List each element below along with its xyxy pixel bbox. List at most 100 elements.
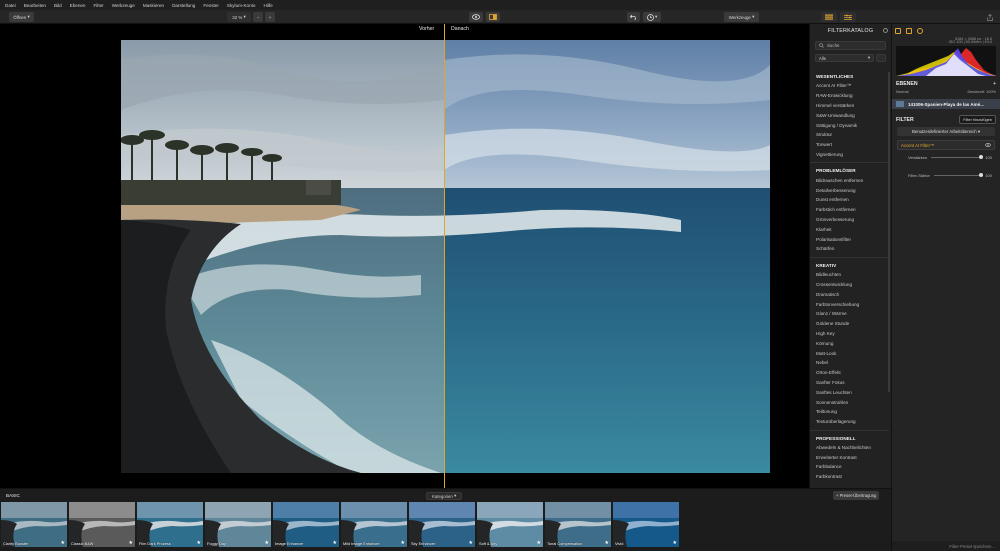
filter-item[interactable]: Dramatisch — [810, 289, 889, 299]
filter-item[interactable]: S&W-Umwandlung — [810, 110, 889, 120]
menu-item[interactable]: Darstellung — [172, 3, 195, 8]
filter-search-input[interactable]: Suche — [815, 41, 886, 50]
preset-thumbnail[interactable]: Classic B&W ★ — [69, 502, 135, 547]
before-after-divider[interactable] — [444, 24, 445, 488]
preset-thumbnail[interactable]: Foggy Day ★ — [205, 502, 271, 547]
filter-item[interactable]: Sättigung / Dynamik — [810, 120, 889, 130]
menu-item[interactable]: Ebenen — [70, 3, 86, 8]
filter-item[interactable]: Erweiterter Kontrast — [810, 452, 889, 462]
menu-item[interactable]: Fenster — [203, 3, 219, 8]
filter-item[interactable]: Polarisationsfilter — [810, 234, 889, 244]
filter-item[interactable]: Sonnenstrahlen — [810, 397, 889, 407]
filter-item[interactable]: Farbbalance — [810, 462, 889, 472]
zoom-select[interactable]: 32 % ▾ — [227, 12, 251, 22]
filter-item[interactable]: Tonwert — [810, 140, 889, 150]
favorite-star-icon[interactable]: ★ — [129, 540, 133, 546]
filter-item[interactable]: RAW-Entwicklung — [810, 91, 889, 101]
tools-dropdown[interactable]: Werkzeuge ▾ — [724, 12, 759, 22]
filter-item[interactable]: Grünverbesserung — [810, 215, 889, 225]
opacity-value[interactable]: Deckkraft: 100% — [967, 89, 996, 94]
favorite-star-icon[interactable]: ★ — [401, 540, 405, 546]
filter-item[interactable]: Farbkontrast — [810, 472, 889, 482]
menu-item[interactable]: Maskieren — [143, 3, 164, 8]
menu-item[interactable]: Filter — [93, 3, 103, 8]
favorite-star-icon[interactable]: ★ — [333, 540, 337, 546]
menu-item[interactable]: Skylum-Konto — [227, 3, 256, 8]
categories-button[interactable]: Kategorien ▾ — [426, 492, 463, 500]
favorite-star-icon[interactable]: ★ — [605, 540, 609, 546]
favorite-star-icon[interactable]: ★ — [61, 540, 65, 546]
boost-slider[interactable]: Verstärken 100 — [908, 153, 992, 161]
filter-strength-knob[interactable] — [979, 173, 984, 177]
filter-item[interactable]: Sanfter Fokus — [810, 378, 889, 388]
new-preset-button[interactable]: + Preset-Übertragung — [833, 491, 880, 500]
filter-item[interactable]: Glanz / Wärme — [810, 309, 889, 319]
preset-thumbnail[interactable]: Soft & Airy ★ — [477, 502, 543, 547]
filter-item[interactable]: Bildrauschen entfernen — [810, 175, 889, 185]
filter-item[interactable]: High Key — [810, 329, 889, 339]
favorite-star-icon[interactable]: ★ — [265, 540, 269, 546]
preview-eye-icon[interactable] — [469, 12, 483, 22]
layers-icon[interactable] — [906, 28, 912, 34]
preset-thumbnail[interactable]: Mild Image Enhancer ★ — [341, 502, 407, 547]
layers-panel-icon[interactable] — [821, 12, 837, 22]
preset-thumbnail[interactable]: Vivid ★ — [613, 502, 679, 547]
filter-item[interactable]: Nebel — [810, 358, 889, 368]
blend-mode-select[interactable]: Normal — [896, 89, 909, 94]
filter-section-title[interactable]: WESENTLICHES — [810, 72, 889, 81]
menu-item[interactable]: Datei — [5, 3, 16, 8]
filter-item[interactable]: Abwedeln & Nachbelichten — [810, 443, 889, 453]
filter-item[interactable]: Orton-Effekt — [810, 368, 889, 378]
settings-gear-icon[interactable] — [883, 28, 888, 33]
preset-thumbnail[interactable]: Image Enhancer ★ — [273, 502, 339, 547]
visibility-eye-icon[interactable] — [985, 143, 991, 147]
filter-item[interactable]: Farbstich entfernen — [810, 205, 889, 215]
favorites-icon[interactable] — [876, 54, 886, 62]
filter-item[interactable]: Himmel verstärken — [810, 101, 889, 111]
favorite-star-icon[interactable]: ★ — [469, 540, 473, 546]
filter-list-scrollbar[interactable] — [888, 72, 890, 392]
filter-item[interactable]: Sanftes Leuchten — [810, 387, 889, 397]
filter-item[interactable]: Bildleuchten — [810, 270, 889, 280]
filter-item[interactable]: Accent AI Filter™ — [810, 81, 889, 91]
preset-thumbnail[interactable]: Clarity Booster ★ — [1, 502, 67, 547]
menu-item[interactable]: Hilfe — [264, 3, 273, 8]
history-icon[interactable]: ▾ — [643, 12, 661, 22]
preset-thumbnail[interactable]: Film Dark Process ★ — [137, 502, 203, 547]
filter-item[interactable]: Klarheit — [810, 224, 889, 234]
open-button[interactable]: Öffnen ▾ — [9, 12, 34, 22]
filter-item[interactable]: Vignettierung — [810, 150, 889, 160]
menu-item[interactable]: Bearbeiten — [24, 3, 46, 8]
save-filter-preset-button[interactable]: Filter-Preset speichern... — [892, 541, 1000, 551]
favorite-star-icon[interactable]: ★ — [197, 540, 201, 546]
preset-thumbnail[interactable]: Sky Enhancer ★ — [409, 502, 475, 547]
undo-icon[interactable] — [627, 12, 640, 22]
favorite-star-icon[interactable]: ★ — [537, 540, 541, 546]
category-select[interactable]: Alle ▾ — [815, 54, 874, 62]
filter-strength-slider[interactable]: Filter-Stärke 100 — [908, 171, 992, 179]
filter-item[interactable]: Matt-Look — [810, 348, 889, 358]
filter-item[interactable]: Texturüberlagerung — [810, 417, 889, 427]
filter-item[interactable]: Farbtonverschiebung — [810, 299, 889, 309]
zoom-out-button[interactable]: − — [253, 12, 263, 22]
filter-item[interactable]: Schärfen — [810, 244, 889, 254]
boost-knob[interactable] — [979, 155, 984, 159]
add-layer-icon[interactable]: + — [993, 81, 996, 87]
histogram-icon[interactable] — [895, 28, 901, 34]
filter-item[interactable]: Goldene Stunde — [810, 319, 889, 329]
share-icon[interactable] — [984, 12, 996, 22]
layer-item[interactable]: 141006-Spanien-Playa de las Amé... — [892, 99, 1000, 109]
menu-item[interactable]: Werkzeuge — [112, 3, 135, 8]
zoom-in-button[interactable]: + — [265, 12, 275, 22]
filter-section-title[interactable]: PROFESSIONELL — [810, 434, 889, 443]
filter-item[interactable]: Struktur — [810, 130, 889, 140]
boost-track[interactable] — [931, 155, 984, 159]
compare-split-icon[interactable] — [486, 12, 500, 22]
info-icon[interactable] — [917, 28, 923, 34]
filter-item[interactable]: Detailverbesserung — [810, 185, 889, 195]
preset-thumbnail[interactable]: Tonal Compensation ★ — [545, 502, 611, 547]
adjustments-icon[interactable] — [840, 12, 856, 22]
accent-ai-filter-header[interactable]: Accent AI Filter™ — [897, 140, 995, 150]
filter-item[interactable]: Teiltonung — [810, 407, 889, 417]
photo-preview[interactable] — [121, 40, 770, 473]
